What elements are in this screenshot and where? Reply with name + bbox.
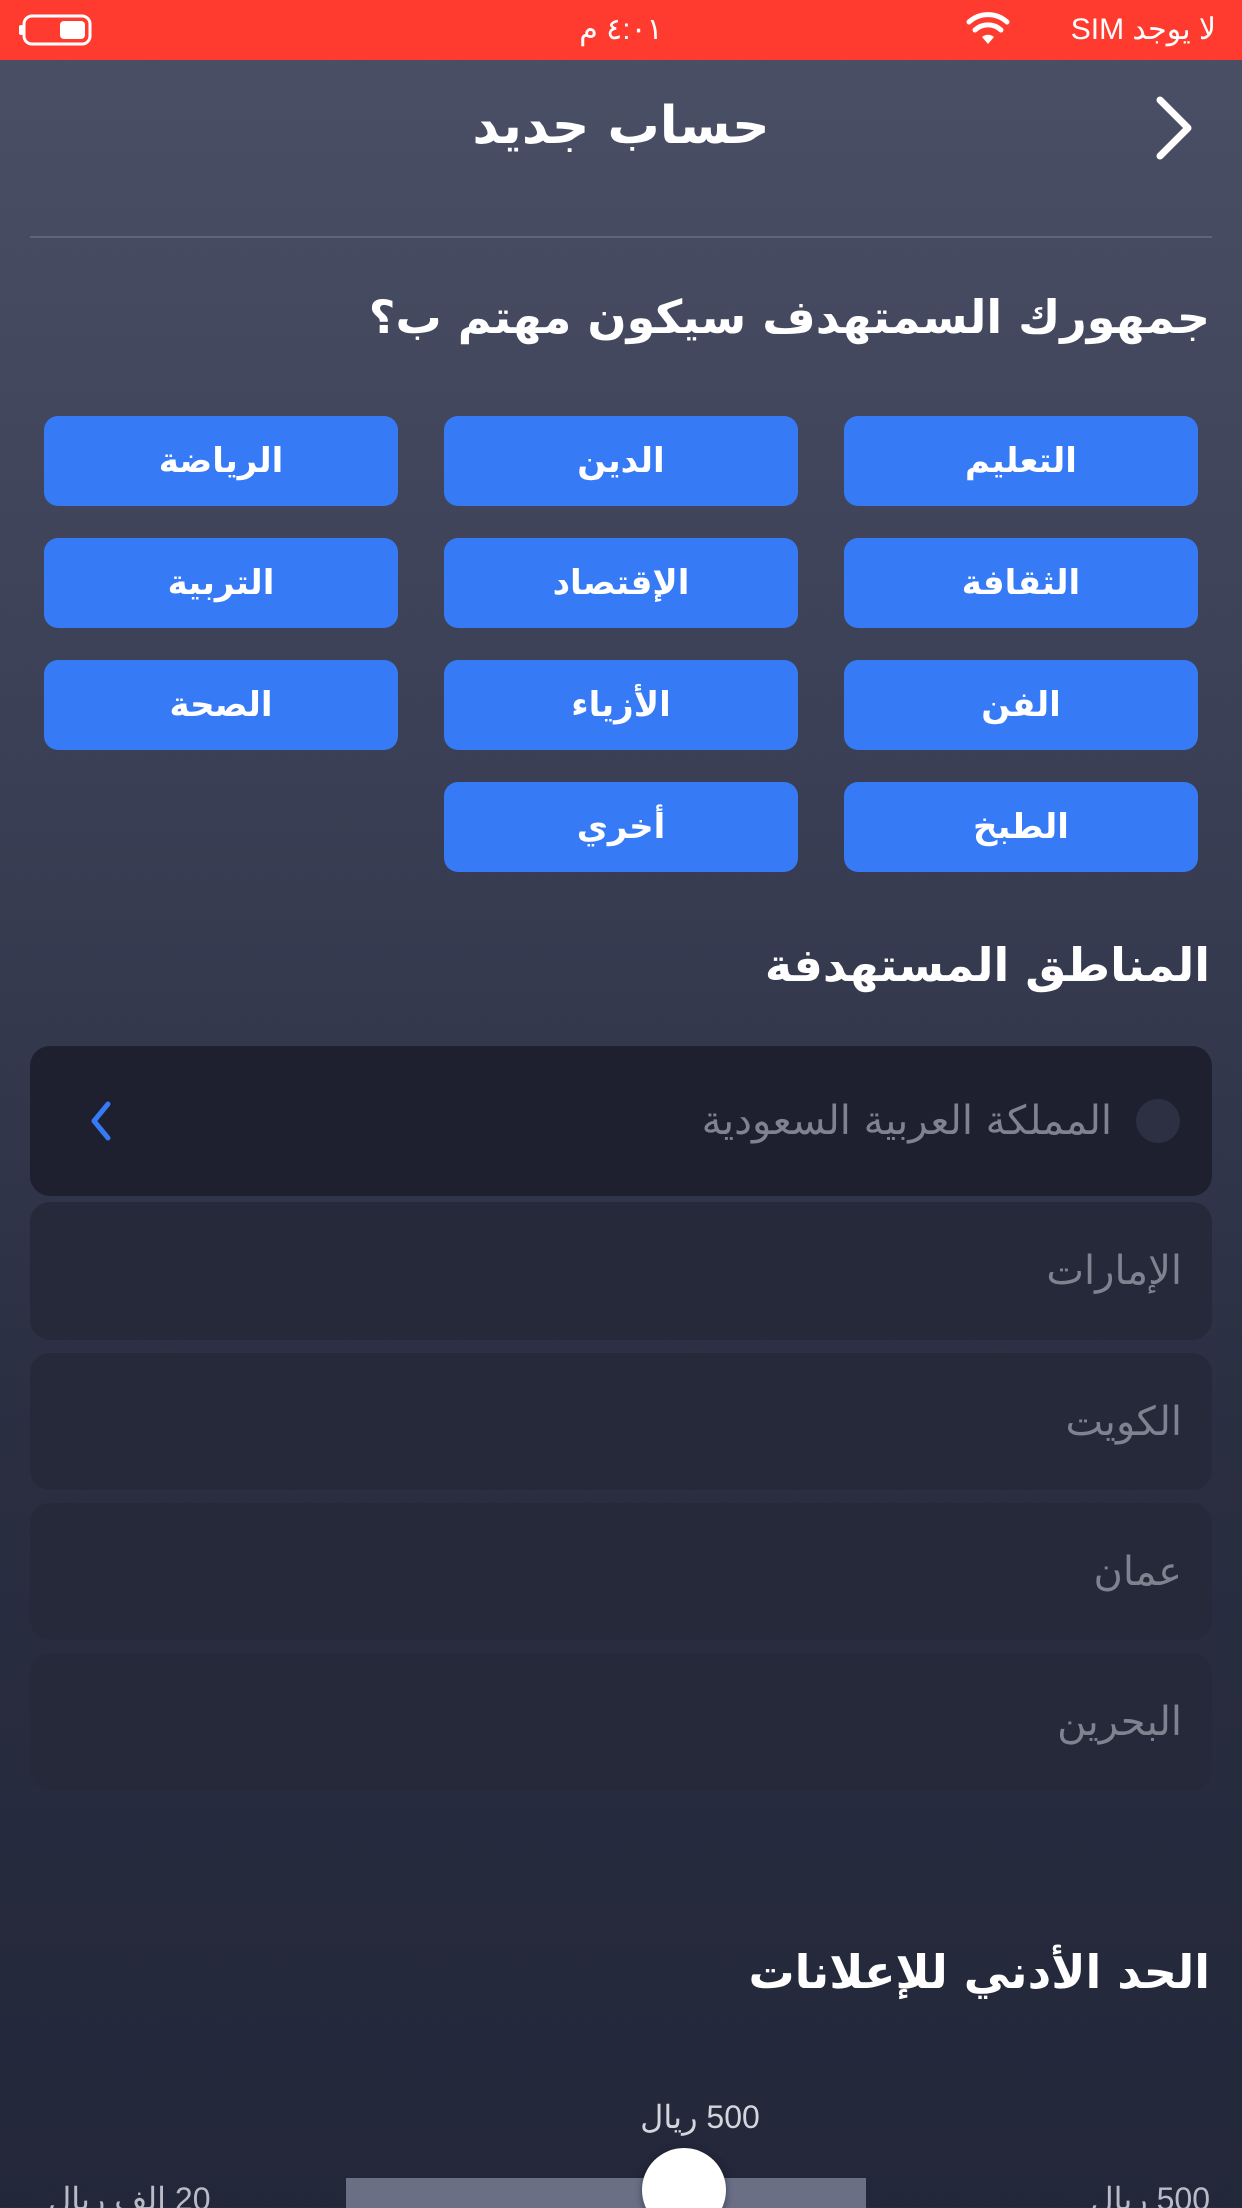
region-row-saudi[interactable]: المملكة العربية السعودية <box>30 1046 1212 1196</box>
chip-education[interactable]: التعليم <box>844 416 1198 506</box>
radio-icon[interactable] <box>1136 1099 1180 1143</box>
chip-economy[interactable]: الإقتصاد <box>444 538 798 628</box>
slider-max-label: 20 الف ريال <box>48 2181 211 2208</box>
chip-culture[interactable]: الثقافة <box>844 538 1198 628</box>
battery-icon <box>19 14 92 46</box>
status-time: ٤:٠١ م <box>579 13 663 46</box>
slider-min-label: 500 ريال <box>1090 2181 1210 2208</box>
chip-art[interactable]: الفن <box>844 660 1198 750</box>
interest-chips: التعليم الدين الرياضة الثقافة الإقتصاد ا… <box>44 416 1198 872</box>
page-title: حساب جديد <box>472 96 770 156</box>
slider-track[interactable] <box>346 2178 866 2208</box>
region-label: عمان <box>1093 1548 1182 1595</box>
chip-sports[interactable]: الرياضة <box>44 416 398 506</box>
region-row-oman[interactable]: عمان <box>30 1503 1212 1640</box>
regions-title: المناطق المستهدفة <box>764 938 1210 992</box>
chip-health[interactable]: الصحة <box>44 660 398 750</box>
chip-upbringing[interactable]: التربية <box>44 538 398 628</box>
region-label: الإمارات <box>1046 1248 1182 1294</box>
region-row-bahrain[interactable]: البحرين <box>30 1653 1212 1790</box>
chevron-left-icon[interactable] <box>86 1098 116 1144</box>
chip-religion[interactable]: الدين <box>444 416 798 506</box>
region-row-uae[interactable]: الإمارات <box>30 1202 1212 1340</box>
ads-title: الحد الأدني للإعلانات <box>748 1945 1210 1999</box>
region-row-kuwait[interactable]: الكويت <box>30 1353 1212 1490</box>
region-label: البحرين <box>1057 1698 1182 1745</box>
region-label: المملكة العربية السعودية <box>701 1098 1112 1144</box>
status-bar: لا يوجد SIM ٤:٠١ م <box>0 0 1242 60</box>
slider-thumb[interactable] <box>642 2148 726 2208</box>
chip-cooking[interactable]: الطبخ <box>844 782 1198 872</box>
header-divider <box>30 236 1212 238</box>
chip-fashion[interactable]: الأزياء <box>444 660 798 750</box>
region-label: الكويت <box>1065 1398 1182 1445</box>
chip-other[interactable]: أخري <box>444 782 798 872</box>
audience-question: جمهورك السمتهدف سيكون مهتم ب؟ <box>368 290 1210 344</box>
slider-value-label: 500 ريال <box>640 2099 760 2135</box>
